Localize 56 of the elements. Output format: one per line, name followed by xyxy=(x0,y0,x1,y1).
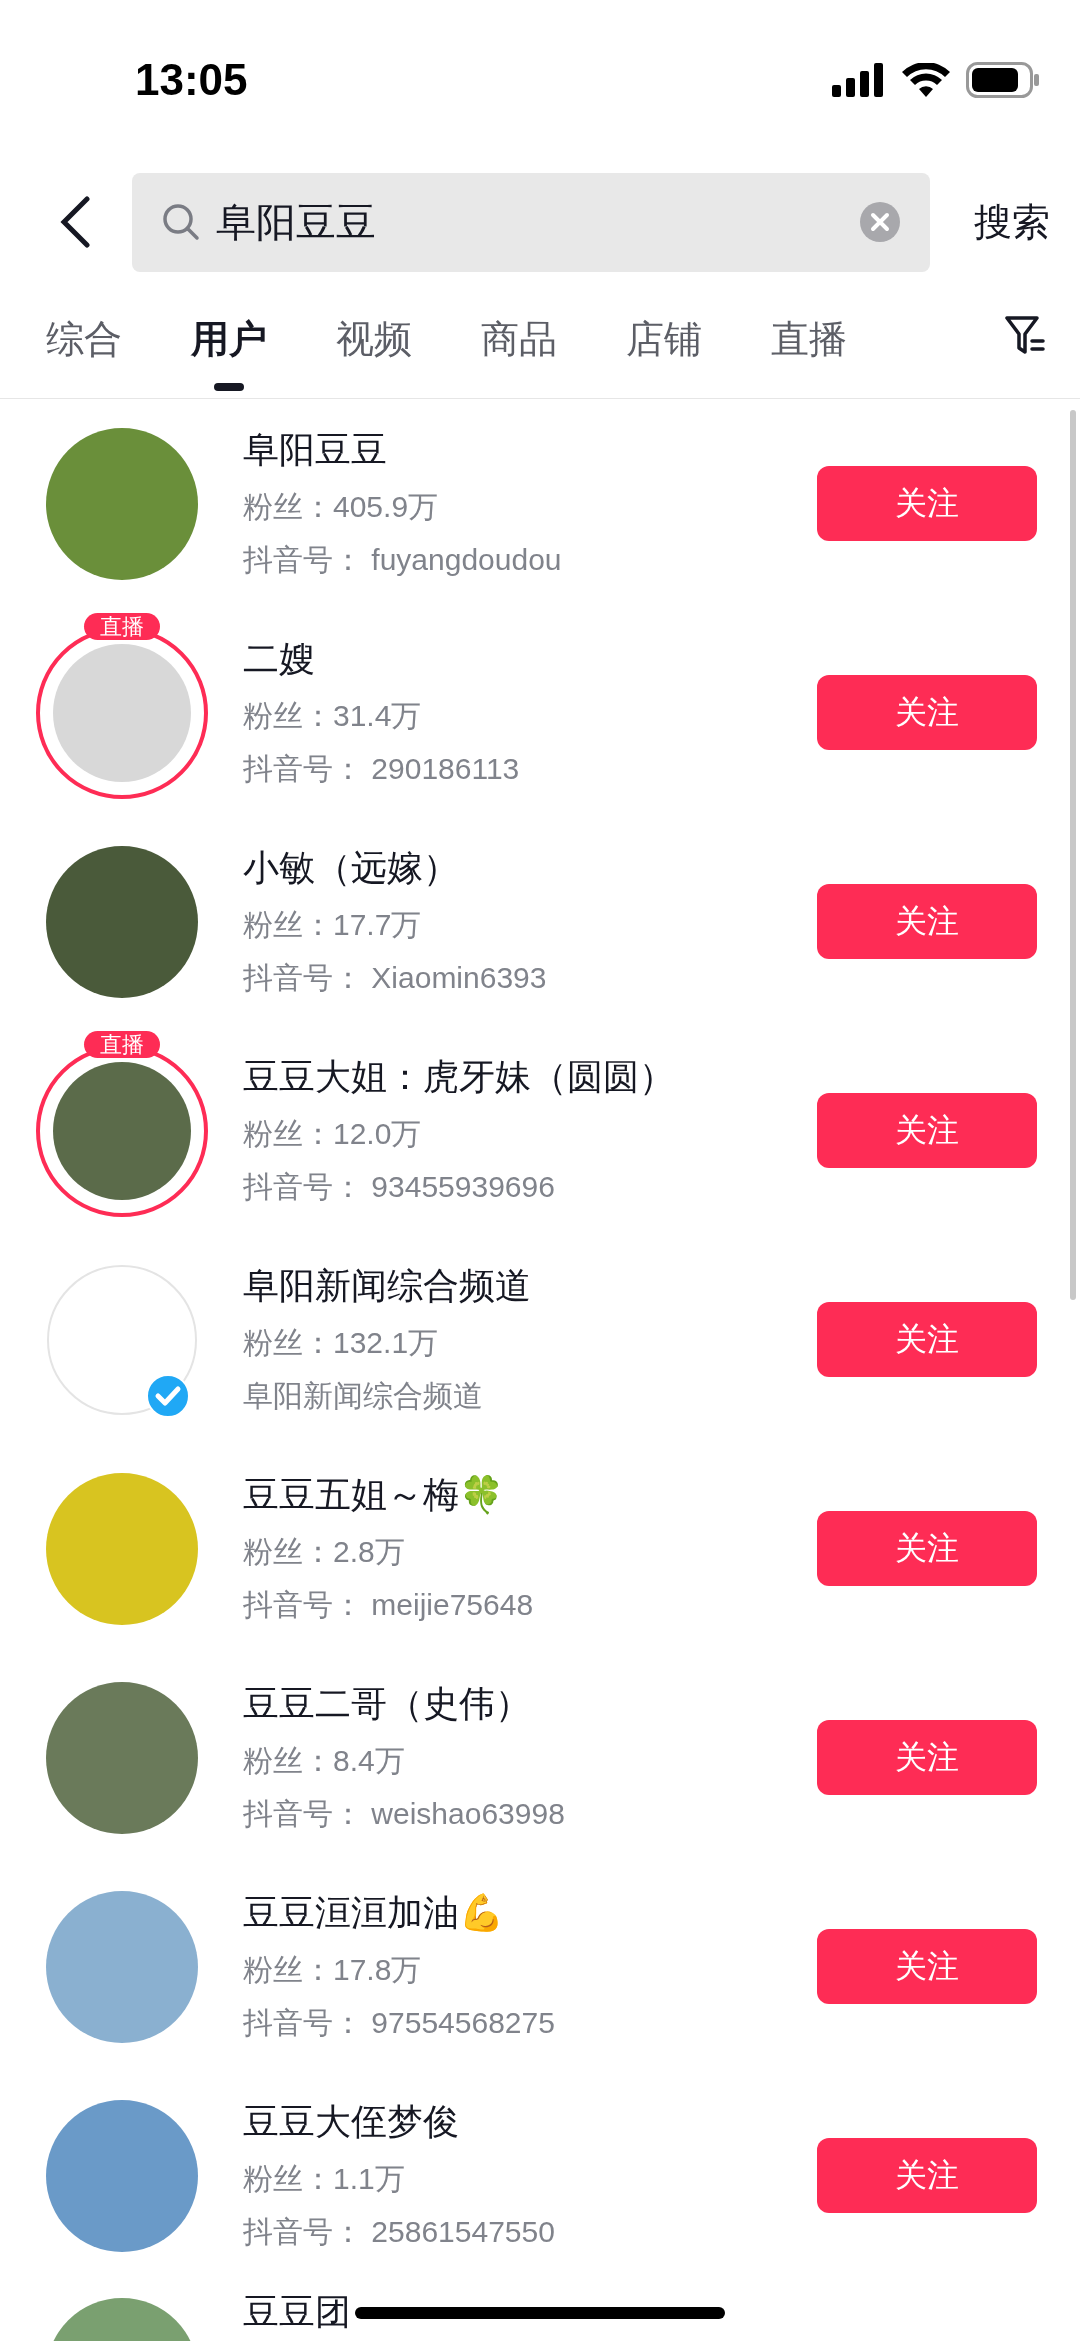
signal-icon xyxy=(832,63,886,97)
follower-count: 粉丝：132.1万 xyxy=(243,1325,439,1361)
category-tab[interactable]: 店铺 xyxy=(626,314,702,391)
search-icon xyxy=(162,203,200,241)
follow-button[interactable]: 关注 xyxy=(817,2138,1037,2213)
category-tab[interactable]: 商品 xyxy=(481,314,557,391)
user-name: 二嫂 xyxy=(243,637,315,681)
account-id: 抖音号： Xiaomin6393 xyxy=(243,960,547,996)
follow-button[interactable]: 关注 xyxy=(817,1929,1037,2004)
avatar-photo-placeholder[interactable] xyxy=(53,1061,191,1200)
search-input[interactable]: 阜阳豆豆 xyxy=(214,198,846,246)
follow-button[interactable]: 关注 xyxy=(817,1302,1037,1377)
user-name: 豆豆洹洹加油💪 xyxy=(243,1891,504,1935)
follow-button[interactable]: 关注 xyxy=(817,884,1037,959)
user-name: 阜阳豆豆 xyxy=(243,428,387,472)
user-name: 豆豆团 xyxy=(243,2290,351,2334)
follower-count: 粉丝：1.1万 xyxy=(243,2161,405,2197)
account-id: 抖音号： 290186113 xyxy=(243,751,520,787)
category-tab[interactable]: 综合 xyxy=(46,314,122,391)
follower-count: 粉丝：8.4万 xyxy=(243,1743,405,1779)
category-tab[interactable]: 直播 xyxy=(771,314,847,391)
category-tab[interactable]: 用户 xyxy=(191,314,267,391)
avatar-photo-placeholder[interactable] xyxy=(53,643,191,782)
follow-button[interactable]: 关注 xyxy=(817,1511,1037,1586)
search-field[interactable]: 阜阳豆豆 xyxy=(132,172,930,272)
user-name: 豆豆五姐～梅🍀 xyxy=(243,1473,504,1517)
follower-count: 粉丝：31.4万 xyxy=(243,698,422,734)
account-id: 抖音号： fuyangdoudou xyxy=(243,542,562,578)
account-id: 抖音号： weishao63998 xyxy=(243,1796,565,1832)
user-name: 阜阳新闻综合频道 xyxy=(243,1264,531,1308)
follower-count: 粉丝：17.7万 xyxy=(243,907,422,943)
user-name: 小敏（远嫁） xyxy=(243,846,459,890)
user-name: 豆豆二哥（史伟） xyxy=(243,1682,531,1726)
status-time: 13:05 xyxy=(135,55,248,105)
clear-icon[interactable] xyxy=(860,202,900,242)
wifi-icon xyxy=(902,63,950,97)
account-id: 抖音号： 25861547550 xyxy=(243,2214,555,2250)
follow-button[interactable]: 关注 xyxy=(817,1093,1037,1168)
live-badge: 直播 xyxy=(84,612,160,640)
follow-button[interactable]: 关注 xyxy=(817,675,1037,750)
live-badge: 直播 xyxy=(84,1030,160,1058)
search-button[interactable]: 搜索 xyxy=(974,196,1050,248)
user-name: 豆豆大姐：虎牙妹（圆圆） xyxy=(243,1055,675,1099)
category-tab[interactable]: 视频 xyxy=(336,314,412,391)
follower-count: 粉丝：12.0万 xyxy=(243,1116,422,1152)
follower-count: 粉丝：2.8万 xyxy=(243,1534,405,1570)
account-id: 抖音号： meijie75648 xyxy=(243,1587,534,1623)
account-id: 抖音号： 97554568275 xyxy=(243,2005,555,2041)
follow-button[interactable]: 关注 xyxy=(817,466,1037,541)
battery-icon xyxy=(966,62,1040,98)
account-id: 阜阳新闻综合频道 xyxy=(243,1378,483,1414)
account-id: 抖音号： 93455939696 xyxy=(243,1169,555,1205)
user-name: 豆豆大侄梦俊 xyxy=(243,2100,459,2144)
follower-count: 粉丝：405.9万 xyxy=(243,489,439,525)
follow-button[interactable]: 关注 xyxy=(817,1720,1037,1795)
follower-count: 粉丝：17.8万 xyxy=(243,1952,422,1988)
